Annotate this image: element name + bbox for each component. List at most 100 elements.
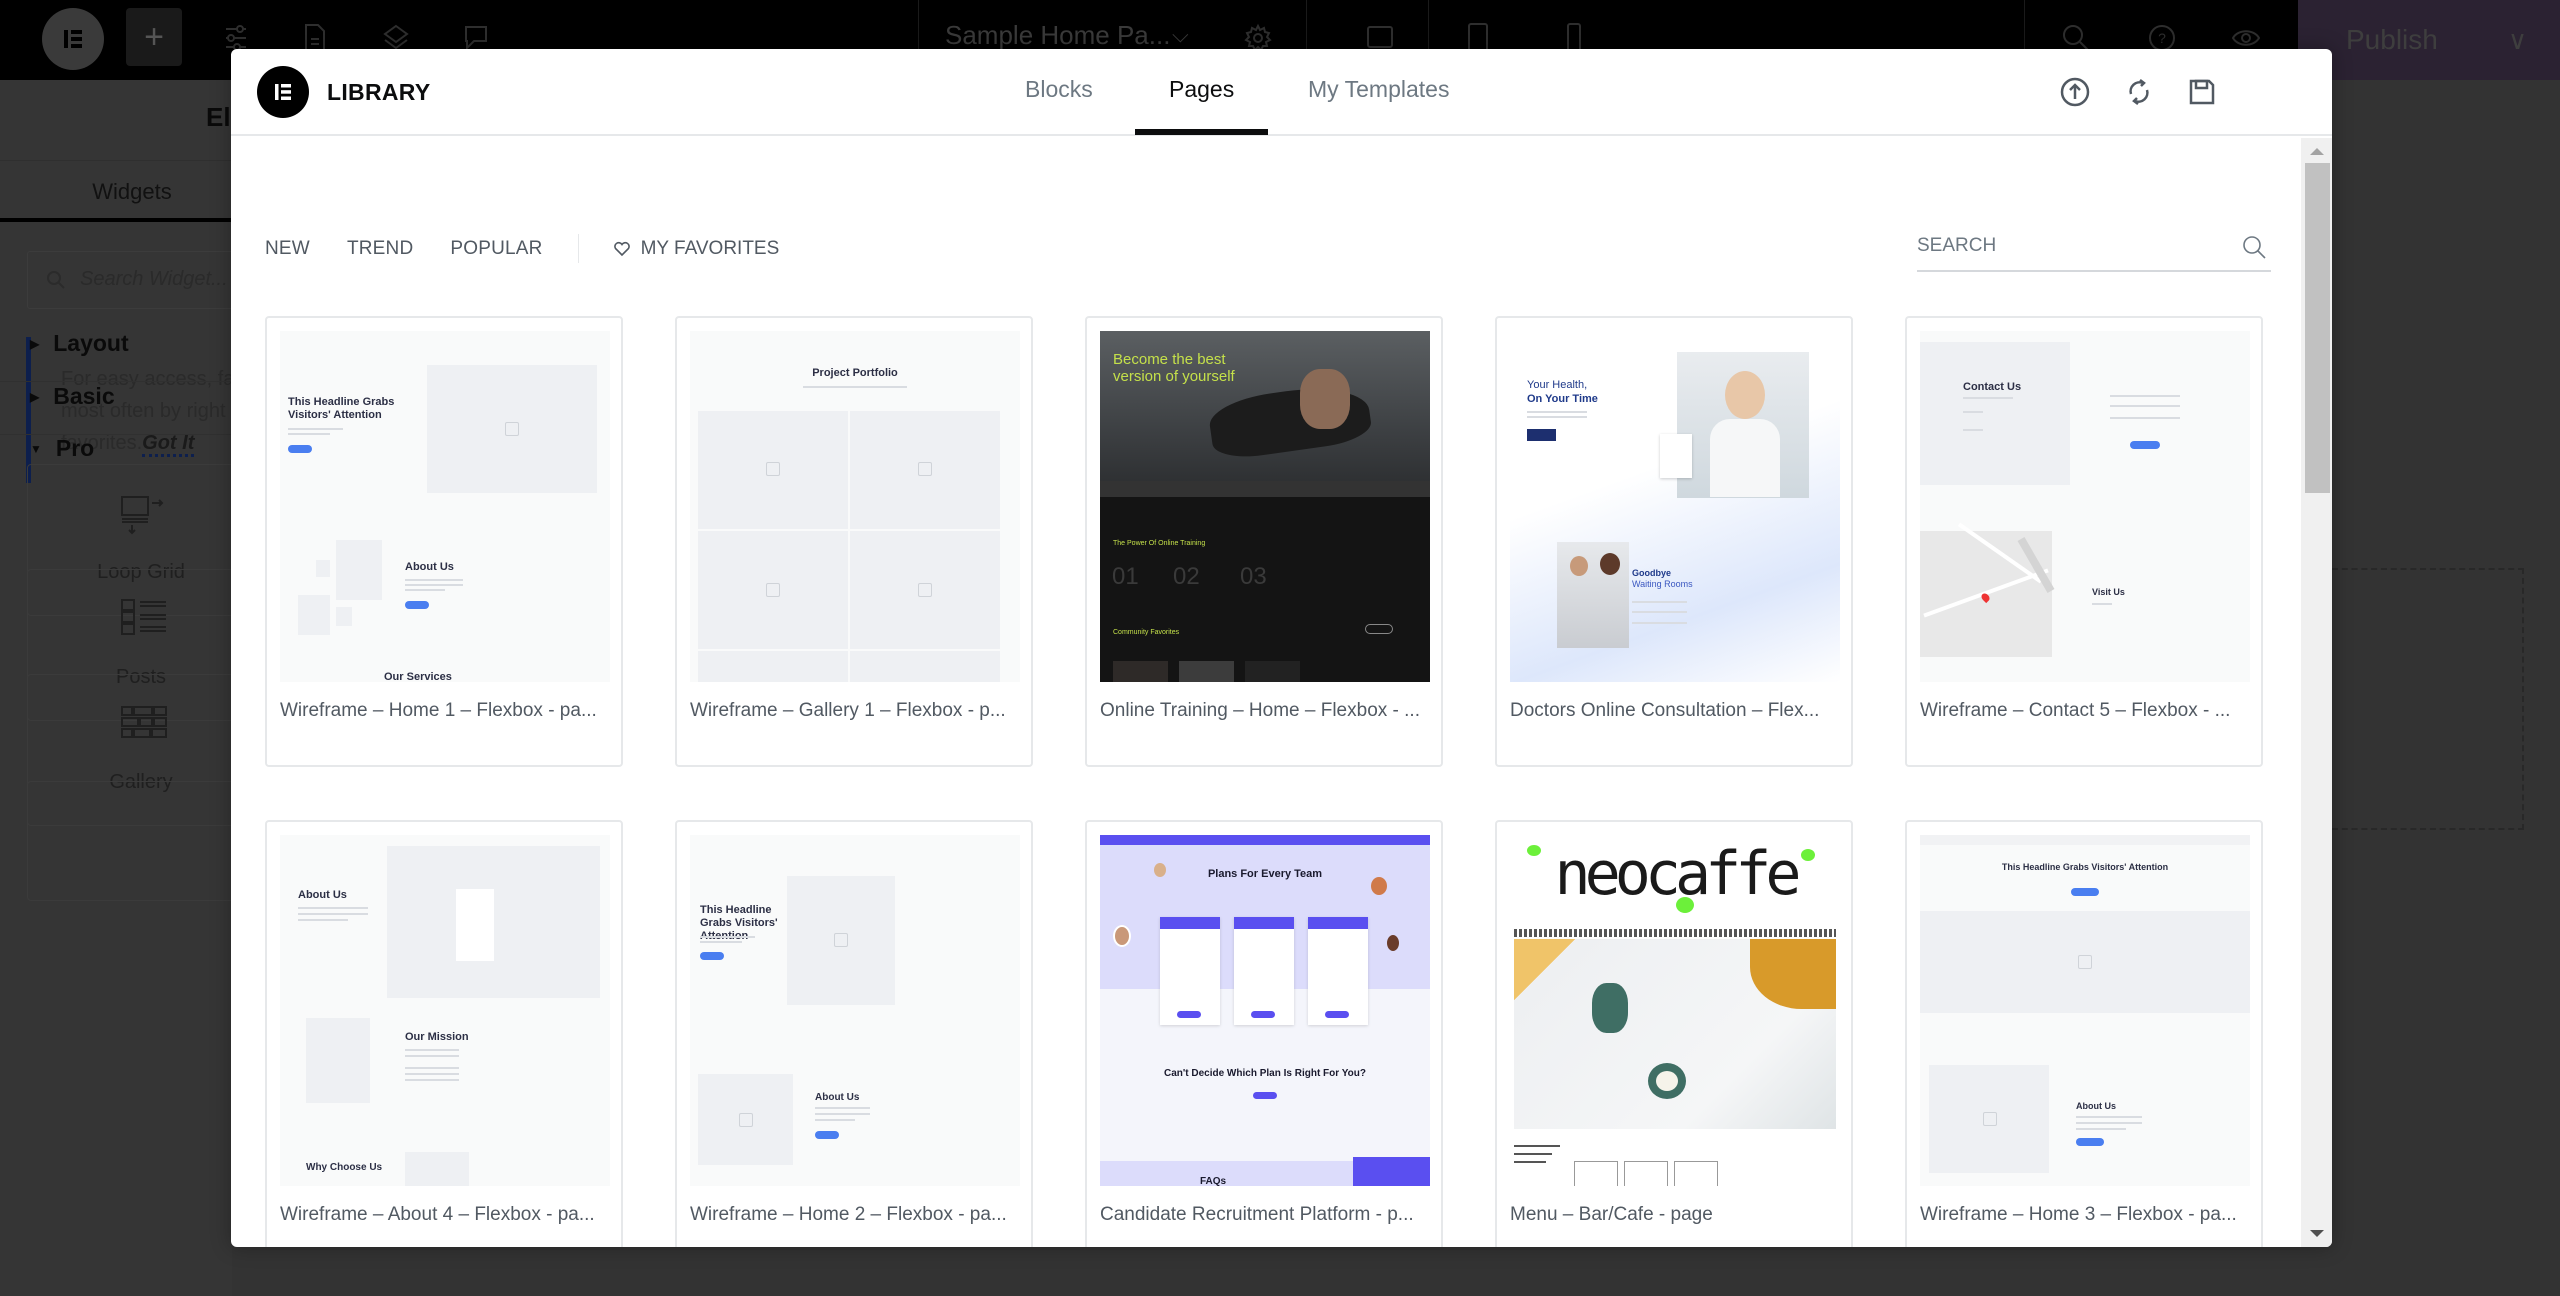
template-card[interactable]: Plans For Every Team Can't Decide Which … bbox=[1085, 820, 1443, 1247]
thumb-text: Can't Decide Which Plan Is Right For You… bbox=[1163, 1068, 1367, 1079]
document-title[interactable]: Sample Home Pa... bbox=[945, 20, 1170, 51]
template-name: Menu – Bar/Cafe - page bbox=[1510, 1204, 1713, 1225]
widget-search-placeholder: Search Widget... bbox=[80, 268, 228, 290]
thumb-text: Become the best version of yourself bbox=[1113, 351, 1235, 385]
chevron-down-icon[interactable]: ⌵ bbox=[1172, 22, 1189, 48]
favorites-label: MY FAVORITES bbox=[640, 237, 780, 259]
sync-button[interactable] bbox=[2119, 72, 2159, 112]
template-card[interactable]: Project Portfolio Wireframe – Gallery 1 … bbox=[675, 316, 1033, 767]
template-card[interactable]: Your Health, On Your Time Goodbye Waitin… bbox=[1495, 316, 1853, 767]
template-preview-recruitment: Plans For Every Team Can't Decide Which … bbox=[1100, 835, 1430, 1186]
template-preview-wireframe-home-2: This Headline Grabs Visitors' Attention … bbox=[690, 835, 1020, 1186]
template-preview-wireframe-contact-5: Contact Us Visit Us bbox=[1920, 331, 2250, 682]
caret-down-icon: ▼ bbox=[30, 441, 42, 456]
template-preview-doctors: Your Health, On Your Time Goodbye Waitin… bbox=[1510, 331, 1840, 682]
widgets-panel: El Widgets Search Widget... For easy acc… bbox=[0, 80, 493, 1296]
publish-label: Publish bbox=[2346, 24, 2438, 55]
filter-new[interactable]: NEW bbox=[265, 238, 310, 260]
library-body: NEW TREND POPULAR MY FAVORITES This Head… bbox=[231, 138, 2301, 1247]
template-preview-online-training: Become the best version of yourself The … bbox=[1100, 331, 1430, 682]
scroll-up-arrow-icon[interactable] bbox=[2310, 148, 2324, 155]
category-label: Pro bbox=[55, 435, 95, 461]
thumb-text: Community Favorites bbox=[1113, 629, 1180, 636]
thumb-text: neocaffe bbox=[1554, 839, 1802, 909]
tab-blocks[interactable]: Blocks bbox=[1025, 76, 1093, 103]
thumb-text: 03 bbox=[1240, 563, 1267, 590]
widget-search-input[interactable]: Search Widget... bbox=[27, 251, 247, 309]
elementor-logo-icon[interactable] bbox=[42, 8, 104, 70]
got-it-link[interactable]: Got It bbox=[142, 432, 195, 457]
library-header: LIBRARY Blocks Pages My Templates bbox=[231, 49, 2332, 136]
scroll-down-arrow-icon[interactable] bbox=[2310, 1230, 2324, 1237]
thumb-text: Visit Us bbox=[2092, 587, 2125, 597]
tab-pages[interactable]: Pages bbox=[1169, 76, 1234, 103]
search-icon[interactable] bbox=[2241, 234, 2267, 260]
category-label: Basic bbox=[53, 383, 115, 409]
heart-icon bbox=[613, 241, 630, 256]
thumb-text: About Us bbox=[2076, 1101, 2116, 1111]
thumb-text: About Us bbox=[815, 1092, 860, 1103]
template-name: Wireframe – About 4 – Flexbox - pa... bbox=[280, 1204, 595, 1225]
category-label: Layout bbox=[53, 330, 129, 356]
thumb-text: This Headline Grabs Visitors' Attention bbox=[288, 396, 395, 421]
template-preview-wireframe-about-4: About Us Our Mission Why Choose Us bbox=[280, 835, 610, 1186]
caret-right-icon: ▶ bbox=[30, 389, 40, 404]
panel-tabs: Widgets bbox=[0, 160, 232, 222]
thumb-text: 02 bbox=[1173, 563, 1200, 590]
thumb-text: The Power Of Online Training bbox=[1113, 540, 1206, 547]
svg-text:?: ? bbox=[2158, 30, 2166, 46]
divider bbox=[577, 234, 579, 263]
template-card[interactable]: neocaffe Menu – Bar/Cafe - page bbox=[1495, 820, 1853, 1247]
template-card[interactable]: This Headline Grabs Visitors' Attention … bbox=[675, 820, 1033, 1247]
upload-icon bbox=[2060, 77, 2090, 107]
template-preview-neocaffe: neocaffe bbox=[1510, 835, 1840, 1186]
panel-title: El bbox=[206, 102, 231, 132]
template-name: Candidate Recruitment Platform - p... bbox=[1100, 1204, 1414, 1225]
template-card[interactable]: This Headline Grabs Visitors' Attention … bbox=[265, 316, 623, 767]
add-element-button[interactable]: + bbox=[126, 8, 182, 66]
loop-grid-icon bbox=[121, 496, 164, 535]
add-icon: + bbox=[144, 17, 164, 56]
template-card[interactable]: Contact Us Visit Us Wireframe – Contact … bbox=[1905, 316, 2263, 767]
library-scrollbar[interactable] bbox=[2301, 138, 2332, 1247]
chevron-down-icon[interactable]: ∨ bbox=[2508, 25, 2527, 56]
thumb-text: Why Choose Us bbox=[306, 1162, 383, 1173]
publish-button[interactable]: Publish ∨ bbox=[2298, 0, 2560, 80]
thumb-text: On Your Time bbox=[1527, 393, 1598, 405]
thumb-text: About Us bbox=[405, 561, 454, 573]
canvas-drop-area bbox=[2332, 568, 2524, 830]
gallery-icon bbox=[121, 706, 167, 738]
search-icon bbox=[47, 271, 65, 289]
template-card[interactable]: About Us Our Mission Why Choose Us Wiref… bbox=[265, 820, 623, 1247]
thumb-text: About Us bbox=[298, 889, 347, 901]
category-pro[interactable]: ▼ Pro bbox=[30, 435, 94, 462]
scrollbar-thumb[interactable] bbox=[2305, 163, 2330, 493]
import-button[interactable] bbox=[2055, 72, 2095, 112]
tab-my-templates[interactable]: My Templates bbox=[1308, 76, 1449, 103]
category-basic[interactable]: ▶ Basic bbox=[30, 383, 115, 410]
filter-popular[interactable]: POPULAR bbox=[450, 238, 542, 260]
template-name: Wireframe – Home 3 – Flexbox - pa... bbox=[1920, 1204, 2237, 1225]
sync-icon bbox=[2129, 79, 2149, 105]
thumb-text: 01 bbox=[1112, 563, 1139, 590]
template-search-input[interactable] bbox=[1917, 230, 2217, 262]
widget-more[interactable] bbox=[27, 781, 247, 901]
tab-widgets[interactable]: Widgets bbox=[0, 179, 264, 205]
template-preview-wireframe-home-1: This Headline Grabs Visitors' Attention … bbox=[280, 331, 610, 682]
template-card[interactable]: Become the best version of yourself The … bbox=[1085, 316, 1443, 767]
template-card[interactable]: This Headline Grabs Visitors' Attention … bbox=[1905, 820, 2263, 1247]
template-search bbox=[1917, 224, 2271, 272]
save-template-button[interactable] bbox=[2182, 72, 2222, 112]
category-layout[interactable]: ▶ Layout bbox=[30, 330, 129, 357]
template-name: Wireframe – Gallery 1 – Flexbox - p... bbox=[690, 700, 1006, 721]
active-tab-indicator bbox=[1135, 129, 1268, 135]
thumb-text: Our Mission bbox=[405, 1031, 469, 1043]
filter-trend[interactable]: TREND bbox=[347, 238, 413, 260]
template-name: Doctors Online Consultation – Flex... bbox=[1510, 700, 1820, 721]
divider bbox=[0, 381, 232, 382]
thumb-text: Our Services bbox=[384, 671, 452, 682]
template-name: Wireframe – Home 2 – Flexbox - pa... bbox=[690, 1204, 1007, 1225]
caret-right-icon: ▶ bbox=[30, 336, 40, 351]
template-name: Wireframe – Home 1 – Flexbox - pa... bbox=[280, 700, 597, 721]
filter-my-favorites[interactable]: MY FAVORITES bbox=[613, 237, 780, 260]
